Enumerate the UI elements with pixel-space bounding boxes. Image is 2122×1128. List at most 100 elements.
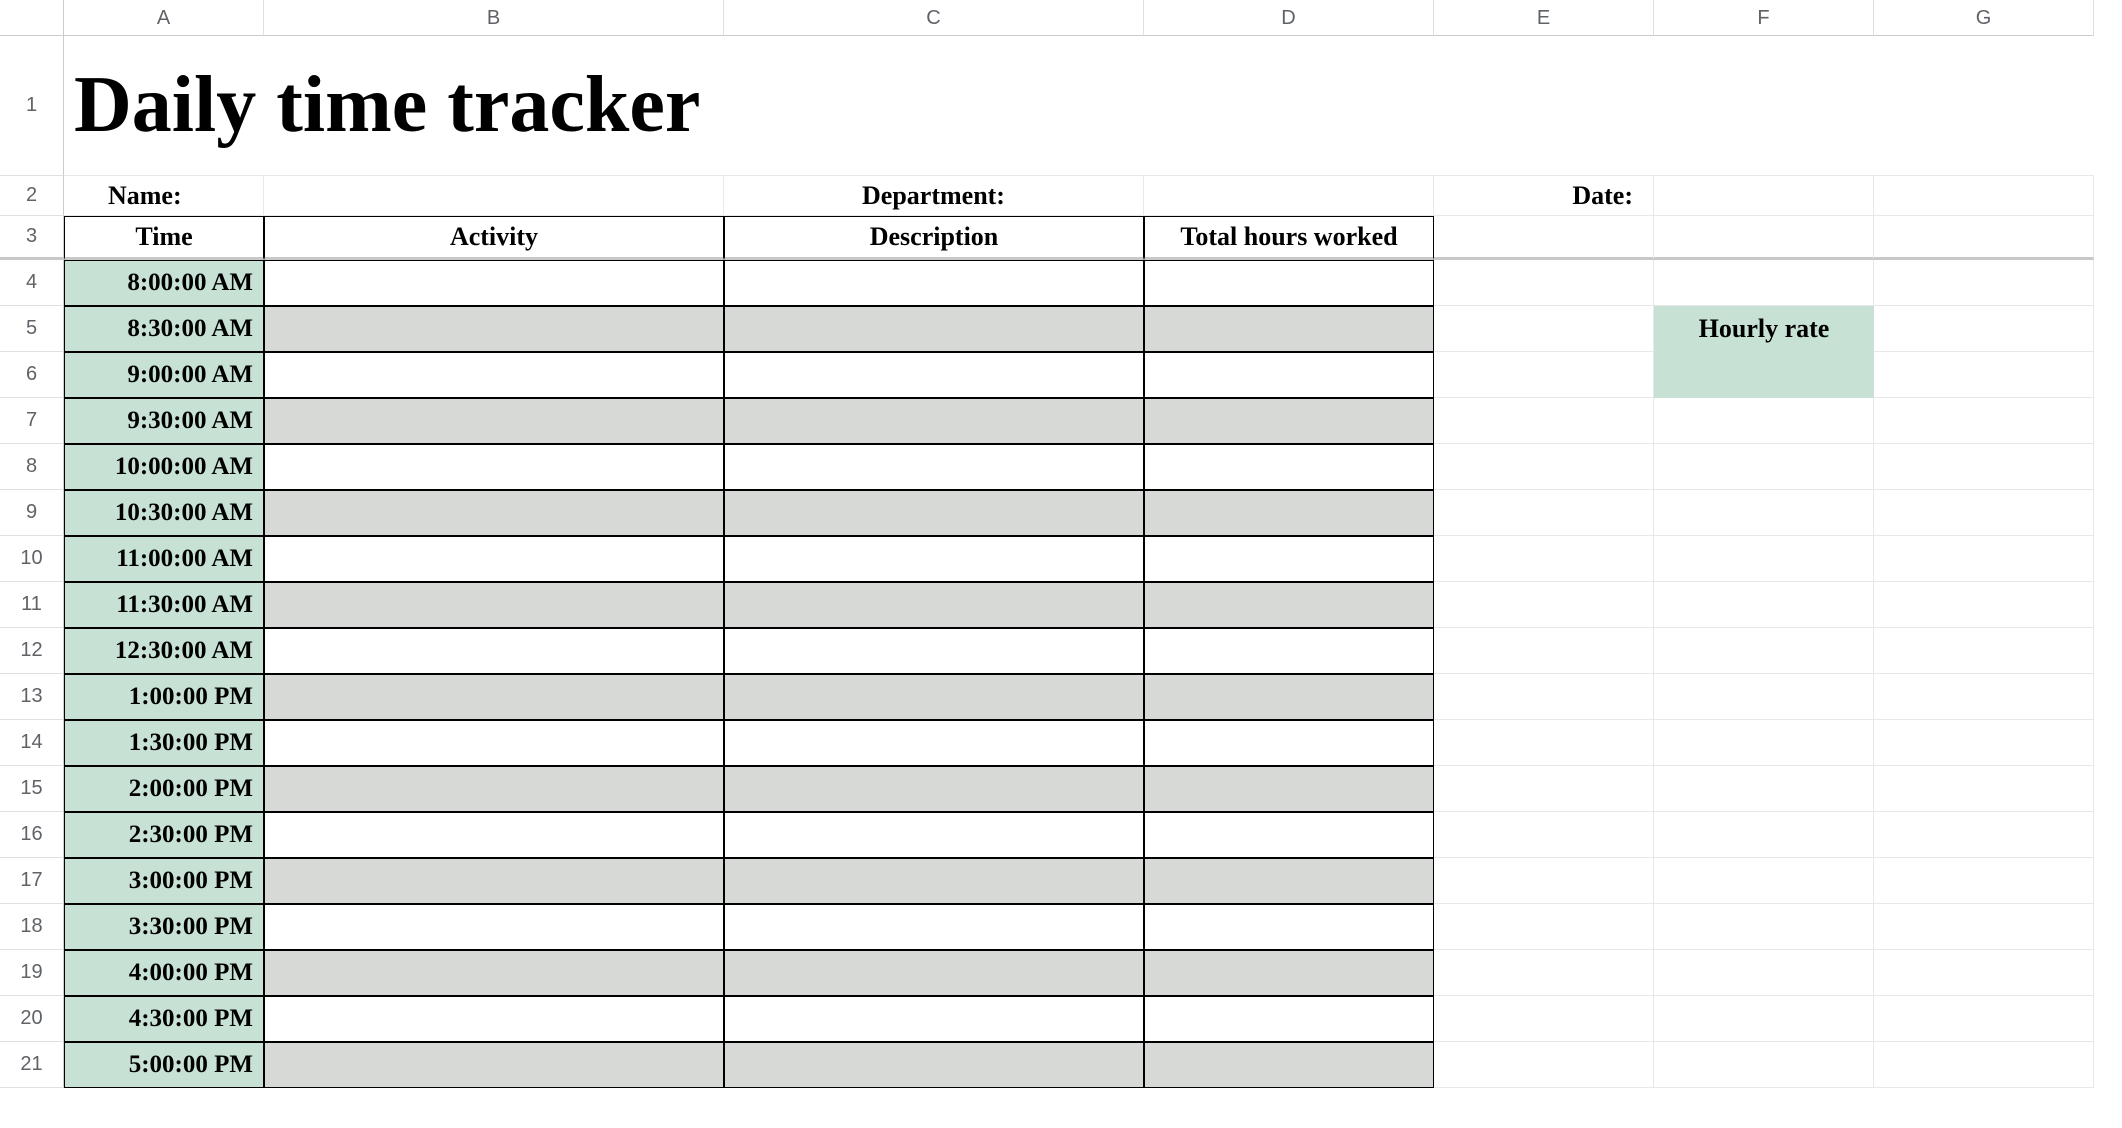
cell-time-0[interactable]: 8:00:00 AM <box>64 260 264 306</box>
col-header-g[interactable]: G <box>1874 0 2094 36</box>
col-header-f[interactable]: F <box>1654 0 1874 36</box>
cell-totalhours-13[interactable] <box>1144 858 1434 904</box>
cell-time-17[interactable]: 5:00:00 PM <box>64 1042 264 1088</box>
cell-time-4[interactable]: 10:00:00 AM <box>64 444 264 490</box>
cell-g4[interactable] <box>1874 260 2094 306</box>
cell-totalhours-10[interactable] <box>1144 720 1434 766</box>
cell-description-17[interactable] <box>724 1042 1144 1088</box>
cell-time-5[interactable]: 10:30:00 AM <box>64 490 264 536</box>
cell-description-10[interactable] <box>724 720 1144 766</box>
cell-activity-13[interactable] <box>264 858 724 904</box>
cell-time-9[interactable]: 1:00:00 PM <box>64 674 264 720</box>
cell-title[interactable]: Daily time tracker <box>64 36 2094 176</box>
cell-activity-6[interactable] <box>264 536 724 582</box>
cell-time-13[interactable]: 3:00:00 PM <box>64 858 264 904</box>
cell-f7[interactable] <box>1654 398 1874 444</box>
cell-totalhours-14[interactable] <box>1144 904 1434 950</box>
cell-description-3[interactable] <box>724 398 1144 444</box>
th-total-hours[interactable]: Total hours worked <box>1144 216 1434 260</box>
cell-totalhours-7[interactable] <box>1144 582 1434 628</box>
cell-d2[interactable] <box>1144 176 1434 216</box>
cell-activity-5[interactable] <box>264 490 724 536</box>
cell-totalhours-2[interactable] <box>1144 352 1434 398</box>
cell-time-12[interactable]: 2:30:00 PM <box>64 812 264 858</box>
cell-time-11[interactable]: 2:00:00 PM <box>64 766 264 812</box>
row-header-18[interactable]: 18 <box>0 904 64 950</box>
cell-description-7[interactable] <box>724 582 1144 628</box>
cell-g7[interactable] <box>1874 398 2094 444</box>
label-hourly-rate[interactable]: Hourly rate <box>1654 306 1874 352</box>
cell-activity-1[interactable] <box>264 306 724 352</box>
cell-description-8[interactable] <box>724 628 1144 674</box>
cell-description-2[interactable] <box>724 352 1144 398</box>
cell-hourly-rate-value[interactable] <box>1654 352 1874 398</box>
cell-g2[interactable] <box>1874 176 2094 216</box>
cell-g13[interactable] <box>1874 674 2094 720</box>
cell-e20[interactable] <box>1434 996 1654 1042</box>
cell-totalhours-17[interactable] <box>1144 1042 1434 1088</box>
cell-e14[interactable] <box>1434 720 1654 766</box>
cell-e21[interactable] <box>1434 1042 1654 1088</box>
row-header-13[interactable]: 13 <box>0 674 64 720</box>
cell-activity-7[interactable] <box>264 582 724 628</box>
cell-e18[interactable] <box>1434 904 1654 950</box>
cell-f10[interactable] <box>1654 536 1874 582</box>
cell-time-14[interactable]: 3:30:00 PM <box>64 904 264 950</box>
cell-g15[interactable] <box>1874 766 2094 812</box>
cell-f12[interactable] <box>1654 628 1874 674</box>
cell-activity-9[interactable] <box>264 674 724 720</box>
cell-totalhours-0[interactable] <box>1144 260 1434 306</box>
cell-f16[interactable] <box>1654 812 1874 858</box>
th-activity[interactable]: Activity <box>264 216 724 260</box>
cell-f2[interactable] <box>1654 176 1874 216</box>
cell-e5[interactable] <box>1434 306 1654 352</box>
cell-totalhours-16[interactable] <box>1144 996 1434 1042</box>
cell-f3[interactable] <box>1654 216 1874 260</box>
cell-f15[interactable] <box>1654 766 1874 812</box>
cell-activity-2[interactable] <box>264 352 724 398</box>
cell-g14[interactable] <box>1874 720 2094 766</box>
row-header-9[interactable]: 9 <box>0 490 64 536</box>
col-header-e[interactable]: E <box>1434 0 1654 36</box>
label-department[interactable]: Department: <box>724 176 1144 216</box>
cell-description-5[interactable] <box>724 490 1144 536</box>
col-header-b[interactable]: B <box>264 0 724 36</box>
row-header-21[interactable]: 21 <box>0 1042 64 1088</box>
row-header-20[interactable]: 20 <box>0 996 64 1042</box>
cell-f9[interactable] <box>1654 490 1874 536</box>
row-header-10[interactable]: 10 <box>0 536 64 582</box>
cell-e16[interactable] <box>1434 812 1654 858</box>
cell-time-1[interactable]: 8:30:00 AM <box>64 306 264 352</box>
cell-e15[interactable] <box>1434 766 1654 812</box>
cell-g8[interactable] <box>1874 444 2094 490</box>
cell-time-6[interactable]: 11:00:00 AM <box>64 536 264 582</box>
cell-f19[interactable] <box>1654 950 1874 996</box>
cell-time-2[interactable]: 9:00:00 AM <box>64 352 264 398</box>
row-header-14[interactable]: 14 <box>0 720 64 766</box>
cell-time-3[interactable]: 9:30:00 AM <box>64 398 264 444</box>
cell-g10[interactable] <box>1874 536 2094 582</box>
cell-e8[interactable] <box>1434 444 1654 490</box>
cell-activity-16[interactable] <box>264 996 724 1042</box>
cell-g20[interactable] <box>1874 996 2094 1042</box>
cell-g21[interactable] <box>1874 1042 2094 1088</box>
cell-time-7[interactable]: 11:30:00 AM <box>64 582 264 628</box>
cell-e3[interactable] <box>1434 216 1654 260</box>
cell-f4[interactable] <box>1654 260 1874 306</box>
cell-totalhours-5[interactable] <box>1144 490 1434 536</box>
row-header-15[interactable]: 15 <box>0 766 64 812</box>
cell-e17[interactable] <box>1434 858 1654 904</box>
cell-f18[interactable] <box>1654 904 1874 950</box>
cell-g9[interactable] <box>1874 490 2094 536</box>
cell-e13[interactable] <box>1434 674 1654 720</box>
cell-time-16[interactable]: 4:30:00 PM <box>64 996 264 1042</box>
cell-totalhours-3[interactable] <box>1144 398 1434 444</box>
cell-g5[interactable] <box>1874 306 2094 352</box>
row-header-2[interactable]: 2 <box>0 176 64 216</box>
cell-g17[interactable] <box>1874 858 2094 904</box>
cell-b2[interactable] <box>264 176 724 216</box>
cell-description-11[interactable] <box>724 766 1144 812</box>
cell-activity-14[interactable] <box>264 904 724 950</box>
cell-e11[interactable] <box>1434 582 1654 628</box>
cell-description-6[interactable] <box>724 536 1144 582</box>
